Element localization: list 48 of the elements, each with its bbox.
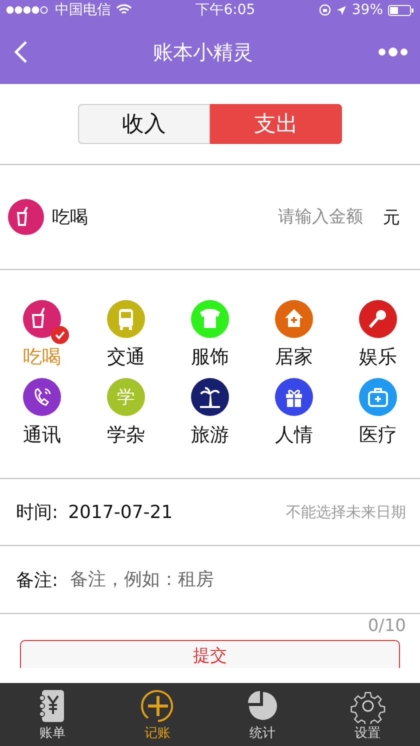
page-title: 账本小精灵 (153, 38, 253, 66)
category-item[interactable]: 学 学杂 (84, 378, 168, 448)
battery-percent: 39% (352, 2, 384, 18)
category-name: 服饰 (191, 345, 229, 370)
signal-icon (6, 6, 50, 14)
category-name: 旅游 (191, 423, 229, 448)
category-name: 居家 (275, 345, 313, 370)
category-item[interactable]: 娱乐 (336, 300, 420, 370)
category-name: 人情 (275, 423, 313, 448)
category-name: 娱乐 (359, 345, 397, 370)
category-item[interactable]: 服饰 (168, 300, 252, 370)
category-name: 交通 (107, 345, 145, 370)
type-tab[interactable]: 收入 (78, 104, 210, 144)
date-value[interactable]: 2017-07-21 (68, 502, 173, 522)
location-icon (336, 4, 347, 16)
cup-icon (8, 199, 44, 235)
clock: 下午6:05 (196, 1, 256, 19)
tab-bar-item[interactable]: 统计 (210, 683, 315, 746)
tab-bar-item[interactable]: 账单 (0, 683, 105, 746)
category-item[interactable]: 居家 (252, 300, 336, 370)
submit-button[interactable]: 提交 (20, 640, 400, 668)
back-icon[interactable] (14, 40, 28, 64)
category-name: 吃喝 (23, 345, 61, 370)
note-label: 备注: (16, 568, 58, 592)
plus-icon (140, 688, 176, 724)
date-label: 时间: (16, 501, 58, 524)
category-item[interactable]: 人情 (252, 378, 336, 448)
category-name: 通讯 (23, 423, 61, 448)
category-item[interactable]: 旅游 (168, 378, 252, 448)
check-badge-icon (51, 326, 69, 344)
carrier: 中国电信 (55, 1, 111, 19)
more-icon[interactable] (378, 47, 408, 57)
category-item[interactable]: 医疗 (336, 378, 420, 448)
currency-unit: 元 (383, 206, 400, 228)
category-label: 吃喝 (52, 206, 88, 229)
battery-icon (388, 4, 414, 16)
tab-bar-item[interactable]: 设置 (315, 683, 420, 746)
category-name: 医疗 (359, 423, 397, 448)
category-name: 学杂 (107, 423, 145, 448)
rotation-lock-icon (318, 4, 331, 16)
type-tab[interactable]: 支出 (210, 104, 342, 144)
category-item[interactable]: 通讯 (0, 378, 84, 448)
tab-bar-item[interactable]: 记账 (105, 683, 210, 746)
date-hint: 不能选择未来日期 (286, 502, 406, 522)
category-icon: 学 (107, 378, 145, 416)
category-item[interactable]: 交通 (84, 300, 168, 370)
wifi-icon (116, 4, 132, 16)
char-counter: 0/10 (368, 616, 406, 636)
